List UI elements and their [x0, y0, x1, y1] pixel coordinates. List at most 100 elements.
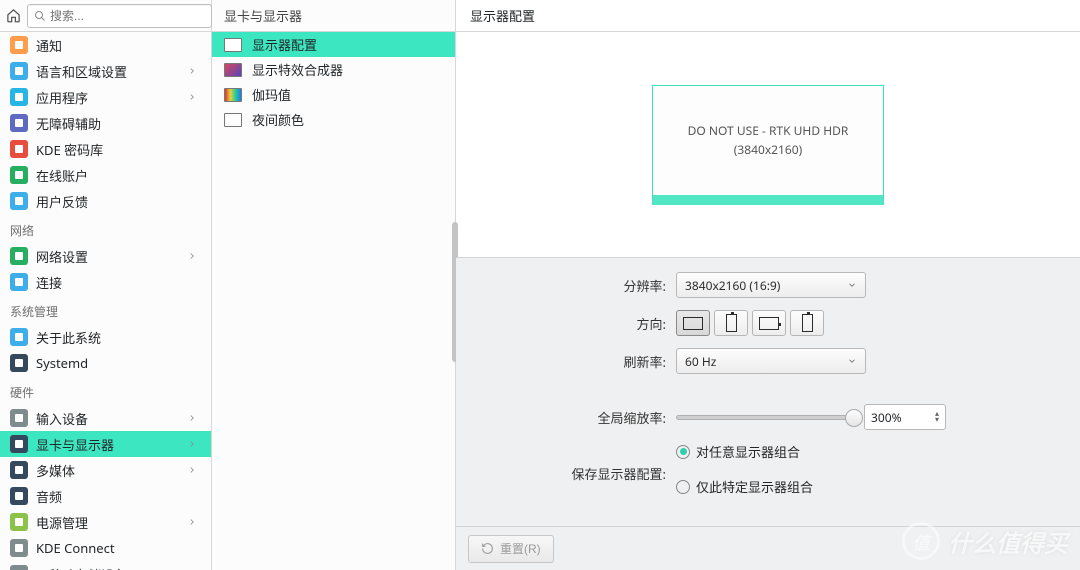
- radio-only-display[interactable]: 仅此特定显示器组合: [676, 477, 813, 496]
- orientation-portrait-left[interactable]: [714, 310, 748, 336]
- sidebar-item[interactable]: 输入设备: [0, 405, 211, 431]
- sidebar-item[interactable]: 多媒体: [0, 457, 211, 483]
- sidebar-group-header: 网络: [0, 214, 211, 243]
- settings-form: 分辨率: 3840x2160 (16:9) 方向: 刷新率:: [456, 257, 1080, 526]
- sidebar-item-label: 应用程序: [36, 88, 179, 107]
- chevron-right-icon: [187, 435, 201, 453]
- label-save-config: 保存显示器配置:: [476, 464, 676, 483]
- subpanel-item-label: 显示特效合成器: [252, 60, 343, 79]
- sidebar-item[interactable]: 语言和区域设置: [0, 58, 211, 84]
- wallet-icon: [10, 140, 28, 158]
- globe-icon: [10, 273, 28, 291]
- chevron-right-icon: [187, 247, 201, 265]
- resolution-select[interactable]: 3840x2160 (16:9): [676, 272, 866, 298]
- sidebar-item[interactable]: Systemd: [0, 350, 211, 376]
- monitor-icon: [10, 435, 28, 453]
- sidebar: 通知语言和区域设置应用程序无障碍辅助 KDE 密码库在线账户用户反馈网络网络设置连…: [0, 32, 211, 570]
- label-refresh: 刷新率:: [476, 352, 676, 371]
- search-input[interactable]: [50, 9, 205, 23]
- mouse-icon: [10, 409, 28, 427]
- chat-icon: [10, 192, 28, 210]
- subpanel-item[interactable]: 伽玛值: [212, 82, 455, 107]
- chevron-right-icon: [187, 461, 201, 479]
- sidebar-item-label: 连接: [36, 273, 201, 292]
- sidebar-item-label: 在线账户: [36, 166, 201, 185]
- chevron-right-icon: [187, 513, 201, 531]
- power-icon: [10, 513, 28, 531]
- sidebar-item[interactable]: 通知: [0, 32, 211, 58]
- sidebar-item-label: KDE 密码库: [36, 140, 201, 159]
- media-icon: [10, 461, 28, 479]
- sidebar-item[interactable]: 用户反馈: [0, 188, 211, 214]
- orientation-landscape[interactable]: [676, 310, 710, 336]
- sidebar-item-label: 电源管理: [36, 513, 179, 532]
- home-button[interactable]: [6, 5, 21, 27]
- bell-icon: [10, 36, 28, 54]
- sidebar-item[interactable]: 在线账户: [0, 162, 211, 188]
- globe-icon: [10, 247, 28, 265]
- middle-panel-title: 显卡与显示器: [212, 0, 455, 32]
- sidebar-item-label: 用户反馈: [36, 192, 201, 211]
- grid-icon: [10, 88, 28, 106]
- sidebar-item[interactable]: 网络设置: [0, 243, 211, 269]
- sidebar-item[interactable]: 应用程序: [0, 84, 211, 110]
- label-scale: 全局缩放率:: [476, 408, 676, 427]
- sidebar-item[interactable]: 显卡与显示器: [0, 431, 211, 457]
- label-orientation: 方向:: [476, 314, 676, 333]
- monitor-preview-area: DO NOT USE - RTK UHD HDR (3840x2160): [456, 32, 1080, 257]
- sidebar-item[interactable]: KDE 密码库: [0, 136, 211, 162]
- subpanel-item-label: 夜间颜色: [252, 110, 304, 129]
- scale-slider[interactable]: [676, 415, 856, 420]
- monitor-preview[interactable]: DO NOT USE - RTK UHD HDR (3840x2160): [652, 85, 884, 205]
- search-input-wrapper[interactable]: [27, 4, 212, 28]
- spin-arrows-icon[interactable]: ▴▾: [935, 411, 939, 423]
- sidebar-item[interactable]: 关于此系统: [0, 324, 211, 350]
- footer-bar: 重置(R): [456, 526, 1080, 570]
- phone-icon: [10, 539, 28, 557]
- orientation-landscape-flipped[interactable]: [752, 310, 786, 336]
- scale-slider-thumb[interactable]: [845, 409, 863, 427]
- panel-title: 显示器配置: [456, 0, 1080, 32]
- radio-only-label: 仅此特定显示器组合: [696, 477, 813, 496]
- sidebar-item[interactable]: KDE Connect: [0, 535, 211, 561]
- monitor-resolution: (3840x2160): [734, 141, 802, 158]
- scale-spinbox[interactable]: 300% ▴▾: [864, 404, 946, 430]
- sidebar-item-label: 语言和区域设置: [36, 62, 179, 81]
- play-icon: [10, 354, 28, 372]
- refresh-rate-select[interactable]: 60 Hz: [676, 348, 866, 374]
- sidebar-item-label: 可移动存储设备: [36, 565, 179, 570]
- globe-icon: [10, 166, 28, 184]
- sidebar-item-label: 通知: [36, 36, 201, 55]
- chevron-right-icon: [187, 88, 201, 106]
- sidebar-item[interactable]: 连接: [0, 269, 211, 295]
- sidebar-item-label: 无障碍辅助: [36, 114, 201, 133]
- reset-label: 重置(R): [500, 540, 541, 557]
- sidebar-item[interactable]: 电源管理: [0, 509, 211, 535]
- chevron-right-icon: [187, 409, 201, 427]
- sidebar-item[interactable]: 无障碍辅助: [0, 110, 211, 136]
- drive-icon: [10, 565, 28, 570]
- sidebar-item-label: 显卡与显示器: [36, 435, 179, 454]
- undo-icon: [481, 542, 494, 555]
- reset-button[interactable]: 重置(R): [468, 535, 554, 563]
- subpanel-item[interactable]: 夜间颜色: [212, 107, 455, 132]
- resolution-value: 3840x2160 (16:9): [685, 277, 780, 294]
- sidebar-item-label: 输入设备: [36, 409, 179, 428]
- radio-any-display[interactable]: 对任意显示器组合: [676, 442, 800, 461]
- label-resolution: 分辨率:: [476, 276, 676, 295]
- sidebar-item-label: 多媒体: [36, 461, 179, 480]
- monitor-icon: [224, 88, 242, 102]
- flag-icon: [10, 62, 28, 80]
- monitor-icon: [224, 113, 242, 127]
- subpanel-item[interactable]: 显示特效合成器: [212, 57, 455, 82]
- orientation-group: [676, 310, 824, 336]
- sidebar-item[interactable]: 可移动存储设备: [0, 561, 211, 570]
- subpanel-item-label: 显示器配置: [252, 35, 317, 54]
- sidebar-group-header: 硬件: [0, 376, 211, 405]
- sidebar-item[interactable]: 音频: [0, 483, 211, 509]
- orientation-portrait-right[interactable]: [790, 310, 824, 336]
- chevron-right-icon: [187, 62, 201, 80]
- speaker-icon: [10, 487, 28, 505]
- monitor-name: DO NOT USE - RTK UHD HDR: [688, 122, 849, 139]
- subpanel-item[interactable]: 显示器配置: [212, 32, 455, 57]
